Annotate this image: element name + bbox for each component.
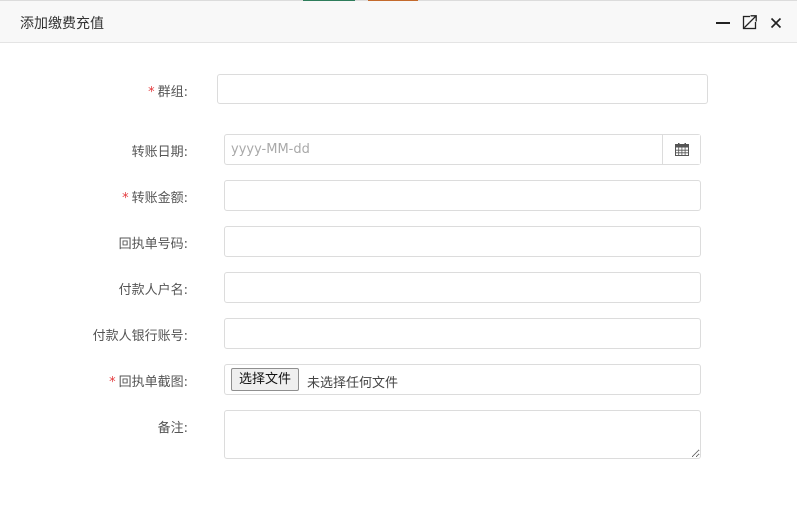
minimize-button[interactable] bbox=[713, 12, 733, 32]
receipt-number-label-text: 回执单号码: bbox=[118, 237, 188, 252]
payer-name-label: 付款人户名: bbox=[119, 279, 188, 298]
remark-textarea[interactable] bbox=[224, 410, 701, 459]
group-input[interactable] bbox=[217, 74, 708, 104]
choose-file-button[interactable]: 选择文件 bbox=[231, 368, 300, 391]
required-mark: * bbox=[109, 375, 116, 390]
transfer-amount-label-text: 转账金额: bbox=[131, 191, 188, 206]
dialog-titlebar: 添加缴费充值 bbox=[0, 1, 797, 43]
payer-account-input[interactable] bbox=[224, 318, 701, 349]
transfer-amount-label: * 转账金额: bbox=[122, 187, 188, 206]
receipt-screenshot-label-text: 回执单截图: bbox=[118, 375, 188, 390]
payer-name-label-text: 付款人户名: bbox=[118, 283, 188, 298]
maximize-button[interactable] bbox=[740, 12, 760, 32]
group-label: * 群组: bbox=[148, 81, 188, 100]
transfer-date-input[interactable] bbox=[225, 135, 662, 164]
transfer-date-label: 转账日期: bbox=[132, 141, 188, 160]
calendar-icon bbox=[675, 143, 689, 156]
remark-label-text: 备注: bbox=[157, 421, 188, 436]
remark-label: 备注: bbox=[158, 417, 188, 436]
transfer-date-group bbox=[224, 134, 701, 165]
minimize-icon bbox=[716, 22, 730, 24]
receipt-screenshot-file-input: 选择文件 未选择任何文件 bbox=[224, 364, 701, 395]
payer-account-label: 付款人银行账号: bbox=[93, 325, 188, 344]
payer-name-input[interactable] bbox=[224, 272, 701, 303]
dialog-title: 添加缴费充值 bbox=[20, 16, 104, 32]
payer-account-label-text: 付款人银行账号: bbox=[92, 329, 188, 344]
receipt-number-label: 回执单号码: bbox=[119, 233, 188, 252]
close-icon bbox=[770, 17, 782, 29]
group-label-text: 群组: bbox=[157, 85, 188, 100]
transfer-date-label-text: 转账日期: bbox=[131, 145, 188, 160]
date-picker-button[interactable] bbox=[662, 135, 700, 164]
transfer-amount-input[interactable] bbox=[224, 180, 701, 211]
required-mark: * bbox=[122, 191, 129, 206]
close-button[interactable] bbox=[766, 12, 786, 32]
file-status-text: 未选择任何文件 bbox=[307, 376, 399, 391]
receipt-screenshot-label: * 回执单截图: bbox=[109, 371, 188, 390]
receipt-number-input[interactable] bbox=[224, 226, 701, 257]
required-mark: * bbox=[148, 85, 155, 100]
maximize-icon bbox=[742, 15, 757, 30]
